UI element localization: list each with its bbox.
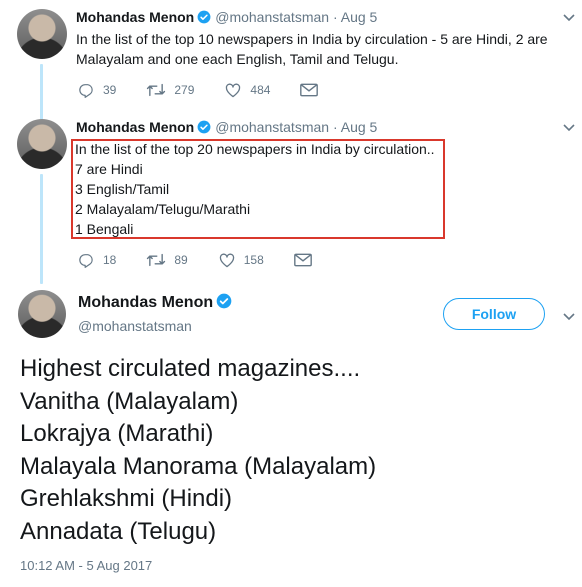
reply-button[interactable]: 18 — [78, 252, 116, 268]
like-button[interactable]: 158 — [218, 252, 264, 268]
separator: · — [332, 119, 338, 135]
author-handle[interactable]: @mohanstatsman — [78, 318, 236, 334]
retweet-button[interactable]: 279 — [146, 82, 194, 98]
direct-message-button[interactable] — [293, 253, 320, 267]
tweet-text-line: Lokrajya (Marathi) — [20, 420, 214, 447]
tweet-text-line: Highest circulated magazines.... — [20, 355, 361, 382]
like-count: 158 — [243, 253, 264, 267]
reply-button[interactable]: 39 — [78, 82, 116, 98]
separator: · — [332, 9, 338, 25]
tweet-header: Mohandas Menon @mohanstatsman · Aug 5 — [76, 119, 377, 137]
author-name[interactable]: Mohandas Menon — [78, 294, 213, 311]
tweet-text: Highest circulated magazines.... Vanitha… — [20, 353, 376, 548]
heart-icon — [226, 83, 241, 98]
retweet-count: 89 — [174, 253, 188, 267]
avatar[interactable] — [17, 119, 67, 169]
tweet-text-line: 2 Malayalam/Telugu/Marathi — [75, 201, 251, 217]
tweet-text-line: 3 English/Tamil — [75, 181, 170, 197]
retweet-button[interactable]: 89 — [146, 252, 188, 268]
tweet-text-line: In the list of the top 20 newspapers in … — [75, 141, 435, 157]
verified-badge-icon — [197, 10, 211, 27]
author-handle[interactable]: @mohanstatsman — [215, 119, 329, 135]
tweet-text: In the list of the top 20 newspapers in … — [75, 139, 435, 239]
tweet-text-line: Malayalam and one each English, Tamil an… — [76, 51, 399, 67]
envelope-icon — [300, 83, 319, 97]
tweet-actions: 18 89 158 — [78, 252, 350, 268]
tweet-date[interactable]: Aug 5 — [341, 9, 378, 25]
like-count: 484 — [250, 83, 271, 97]
tweet-text-line: Vanitha (Malayalam) — [20, 387, 239, 415]
verified-badge-icon — [216, 293, 232, 314]
tweet-text-line: Annadata (Telugu) — [20, 517, 217, 545]
author-block: Mohandas Menon @mohanstatsman — [78, 293, 236, 334]
chevron-down-icon[interactable] — [562, 10, 576, 28]
heart-icon — [219, 253, 234, 268]
reply-icon — [79, 254, 93, 268]
envelope-icon — [293, 253, 312, 267]
chevron-down-icon[interactable] — [562, 120, 576, 138]
tweet-text-line: 7 are Hindi — [75, 161, 143, 177]
retweet-icon — [147, 253, 166, 267]
direct-message-button[interactable] — [300, 83, 326, 97]
author-name[interactable]: Mohandas Menon — [76, 119, 194, 135]
tweet-header: Mohandas Menon @mohanstatsman · Aug 5 — [76, 9, 377, 27]
tweet-text-line: 1 Bengali — [75, 221, 134, 237]
tweet-text-line: Grehlakshmi (Hindi) — [20, 485, 233, 512]
author-handle[interactable]: @mohanstatsman — [215, 9, 329, 25]
retweet-count: 279 — [174, 83, 195, 97]
follow-button[interactable]: Follow — [443, 298, 545, 330]
reply-icon — [79, 84, 93, 98]
retweet-icon — [147, 83, 166, 97]
tweet-text: In the list of the top 10 newspapers in … — [76, 29, 548, 69]
tweet-actions: 39 279 484 — [78, 82, 356, 98]
thread-connector — [40, 174, 43, 284]
verified-badge-icon — [197, 120, 211, 137]
reply-count: 18 — [103, 253, 117, 267]
avatar[interactable] — [17, 9, 67, 59]
tweet-text-line: In the list of the top 10 newspapers in … — [76, 31, 548, 47]
chevron-down-icon[interactable] — [562, 309, 576, 327]
like-button[interactable]: 484 — [224, 82, 270, 98]
tweet-date[interactable]: Aug 5 — [341, 119, 378, 135]
avatar[interactable] — [18, 290, 66, 338]
author-name[interactable]: Mohandas Menon — [76, 9, 194, 25]
tweet-text-line: Malayala Manorama (Malayalam) — [20, 452, 377, 480]
tweet-timestamp[interactable]: 10:12 AM - 5 Aug 2017 — [20, 558, 152, 573]
thread-connector — [40, 64, 43, 120]
reply-count: 39 — [103, 83, 117, 97]
